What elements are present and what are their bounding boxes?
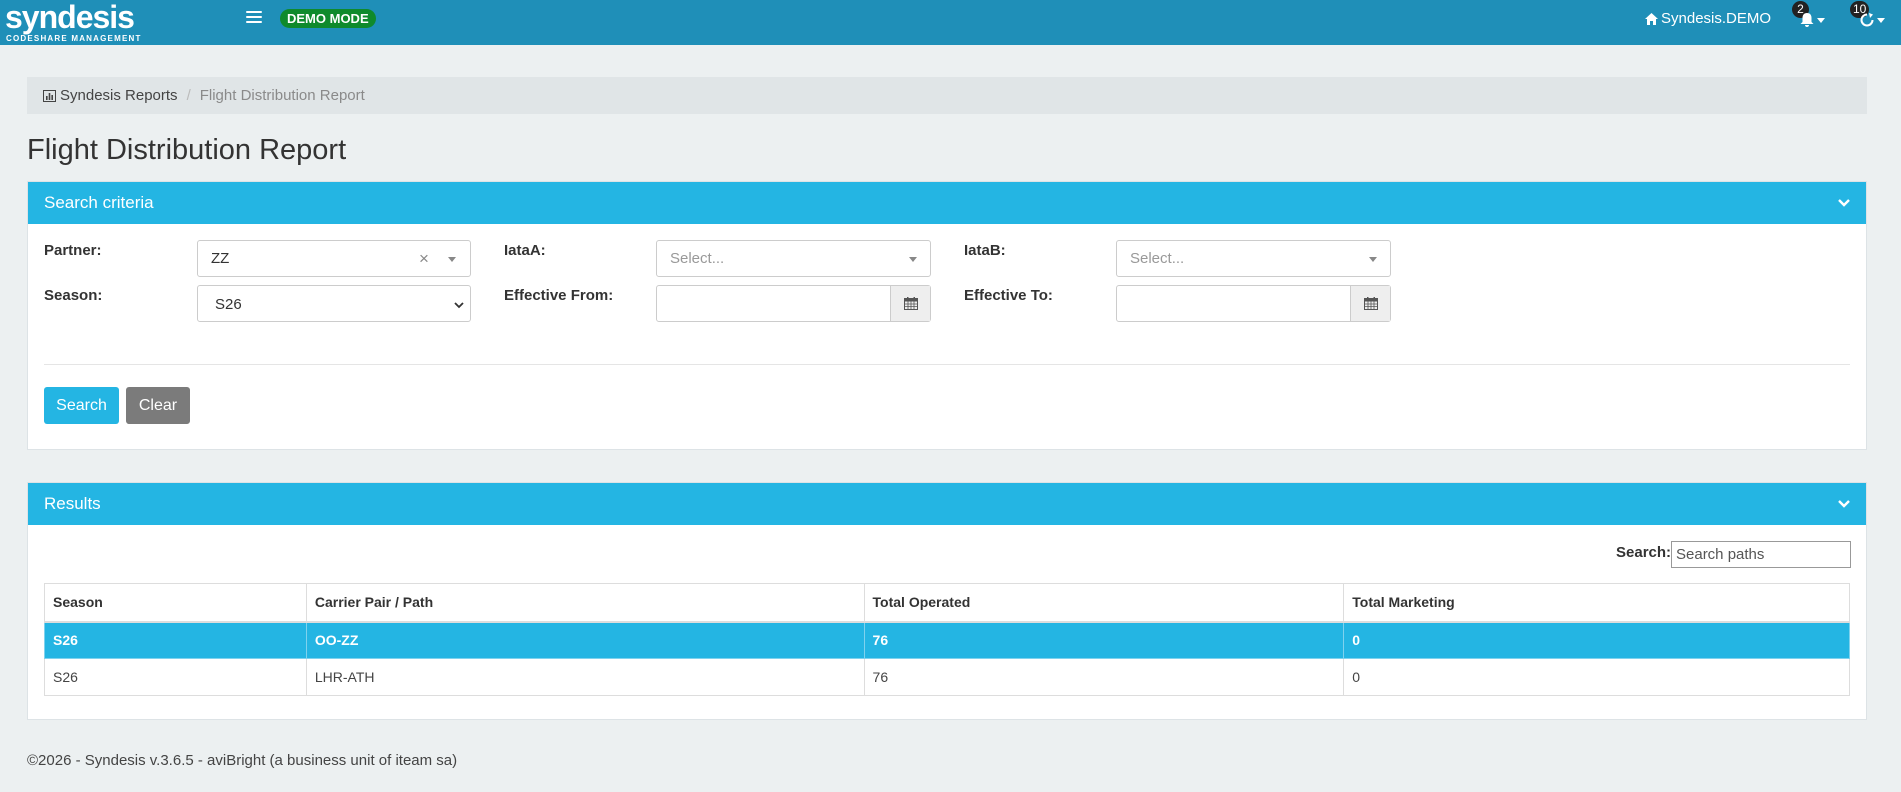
iataA-label: IataA: [504,242,546,259]
bell-icon [1800,13,1814,27]
effective-to-label: Effective To: [964,287,1053,304]
effective-to-calendar-button[interactable] [1350,286,1390,321]
table-cell: 0 [1343,658,1850,696]
table-cell: 76 [863,621,1345,659]
season-value: S26 [215,296,242,313]
clear-selection-icon[interactable]: × [419,249,429,269]
breadcrumb-root-label: Syndesis Reports [60,87,178,104]
logo-tagline: CODESHARE MANAGEMENT [6,34,142,43]
syndesis-logo[interactable]: syndesis CODESHARE MANAGEMENT [5,0,145,45]
calendar-icon [1363,297,1378,310]
chevron-down-icon[interactable] [909,257,917,262]
chevron-down-icon[interactable] [1369,257,1377,262]
refresh-icon [1860,13,1874,27]
table-cell: S26 [44,658,307,696]
table-cell: 76 [863,658,1345,696]
results-panel: Results Search: Season Carrier Pair / Pa… [27,482,1867,720]
effective-from-calendar-button[interactable] [890,286,930,321]
demo-mode-badge: DEMO MODE [280,9,376,28]
season-select[interactable]: S26 [197,285,471,322]
breadcrumb: Syndesis Reports / Flight Distribution R… [27,77,1867,114]
partner-select[interactable]: ZZ × [197,240,471,277]
search-criteria-title: Search criteria [44,193,154,212]
results-heading: Results [28,483,1866,525]
effective-to-input[interactable] [1116,285,1391,322]
home-icon [1645,12,1658,25]
search-criteria-heading: Search criteria [28,182,1866,224]
table-cell: S26 [44,621,307,659]
table-cell: LHR-ATH [305,658,865,696]
table-row[interactable]: S26 OO-ZZ 76 0 [44,621,1850,659]
table-header-row: Season Carrier Pair / Path Total Operate… [44,583,1850,623]
collapse-chevron-icon[interactable] [1836,496,1852,512]
table-cell: 0 [1343,621,1850,659]
column-header-season[interactable]: Season [44,583,307,623]
iataB-placeholder: Select... [1130,250,1185,267]
breadcrumb-reports-link[interactable]: Syndesis Reports [43,87,178,104]
iataB-label: IataB: [964,242,1006,259]
search-criteria-panel: Search criteria Partner: ZZ × IataA: Sel… [27,181,1867,450]
top-navbar: syndesis CODESHARE MANAGEMENT DEMO MODE … [0,0,1901,45]
breadcrumb-current: Flight Distribution Report [199,87,365,104]
sync-dropdown[interactable]: 10 [1850,1,1888,30]
table-row[interactable]: S26 LHR-ATH 76 0 [44,658,1850,696]
chevron-down-icon [1817,18,1825,23]
effective-from-input[interactable] [656,285,931,322]
column-header-total-operated[interactable]: Total Operated [863,583,1345,623]
results-search-input[interactable] [1671,541,1851,568]
iataB-select[interactable]: Select... [1116,240,1391,277]
iataA-select[interactable]: Select... [656,240,931,277]
column-header-carrier-pair-path[interactable]: Carrier Pair / Path [305,583,865,623]
results-search-label: Search: [1616,544,1672,561]
calendar-icon [903,297,918,310]
logo-wordmark: syndesis [5,0,135,35]
search-button[interactable]: Search [44,387,119,424]
results-title: Results [44,494,101,513]
notifications-dropdown[interactable]: 2 [1792,1,1828,30]
site-link[interactable]: Syndesis.DEMO [1645,10,1771,27]
partner-label: Partner: [44,242,102,259]
table-cell: OO-ZZ [305,621,865,659]
season-label: Season: [44,287,103,304]
chevron-down-icon [1877,18,1885,23]
partner-value: ZZ [211,250,230,267]
site-label: Syndesis.DEMO [1661,10,1772,27]
footer-copyright: ©2026 - Syndesis v.3.6.5 - aviBright (a … [27,752,458,769]
column-header-total-marketing[interactable]: Total Marketing [1343,583,1850,623]
effective-from-label: Effective From: [504,287,614,304]
bar-chart-icon [43,89,56,102]
clear-button[interactable]: Clear [126,387,190,424]
breadcrumb-separator: / [186,87,191,104]
iataA-placeholder: Select... [670,250,725,267]
chevron-down-icon[interactable] [448,257,456,262]
results-table: Season Carrier Pair / Path Total Operate… [44,583,1850,696]
form-divider [44,364,1850,365]
page-title: Flight Distribution Report [27,134,347,166]
collapse-chevron-icon[interactable] [1836,195,1852,211]
menu-icon[interactable] [246,11,262,25]
chevron-down-icon[interactable] [453,299,465,311]
